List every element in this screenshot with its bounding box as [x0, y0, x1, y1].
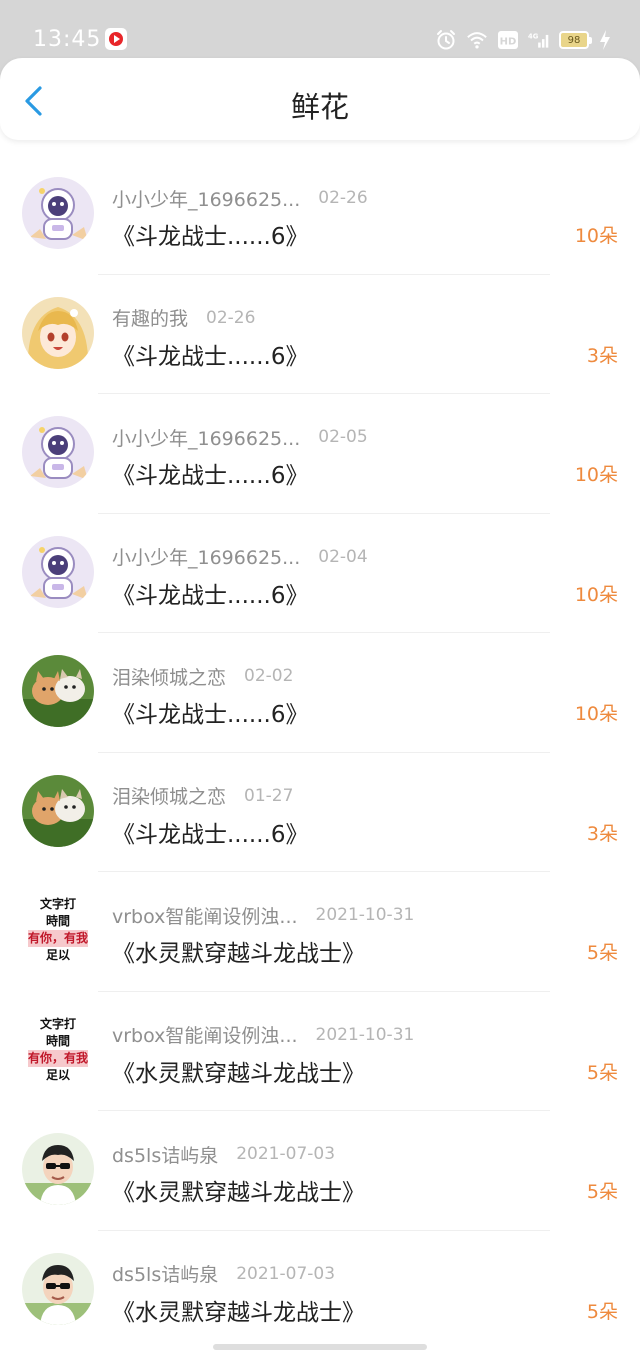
list-item[interactable]: 小小少年_1696625... 02-04 《斗龙战士......6》 10朵: [0, 514, 640, 633]
video-app-notification-icon: [105, 28, 127, 50]
anime-girl-avatar-image: [22, 296, 94, 369]
book-title[interactable]: 《斗龙战士......6》: [112, 337, 309, 371]
status-icons: HD 4G 98: [435, 27, 612, 53]
svg-text:HD: HD: [500, 37, 517, 48]
user-avatar[interactable]: [22, 296, 94, 369]
svg-text:4G: 4G: [528, 32, 539, 40]
battery-icon: 98: [559, 31, 592, 49]
list-item[interactable]: 文字打時間 有你，有我 足以 vrbox智能阐设例浊... 2021-10-31 《水…: [0, 992, 640, 1111]
avatar-text-line: 文字打: [39, 1016, 76, 1031]
wifi-icon: [467, 32, 487, 49]
top-nav-bar: 鲜花: [0, 58, 640, 140]
flower-count: 10朵: [574, 464, 618, 486]
user-name[interactable]: ds5ls诘屿泉: [112, 1141, 218, 1168]
list-item[interactable]: ds5ls诘屿泉 2021-07-03 《水灵默穿越斗龙战士》 5朵: [0, 1231, 640, 1351]
book-title[interactable]: 《斗龙战士......6》: [112, 576, 309, 610]
astronaut-avatar-image: [22, 535, 94, 608]
kittens-avatar-image: [22, 655, 94, 727]
list-item[interactable]: 有趣的我 02-26 《斗龙战士......6》 3朵: [0, 275, 640, 394]
user-name[interactable]: vrbox智能阐设例浊...: [112, 1021, 298, 1048]
flower-count: 3朵: [586, 344, 618, 367]
post-date: 02-02: [244, 666, 294, 686]
astronaut-avatar-image: [22, 177, 94, 249]
avatar-text-line: 有你，有我: [27, 1049, 88, 1067]
avatar-text-line: 時間: [45, 914, 70, 928]
post-date: 2021-07-03: [236, 1144, 336, 1164]
list-item[interactable]: 泪染倾城之恋 01-27 《斗龙战士......6》 3朵: [0, 753, 640, 872]
flower-list: 小小少年_1696625... 02-26 《斗龙战士......6》 10朵 有…: [0, 155, 640, 1350]
post-date: 01-27: [244, 785, 294, 806]
boy-sunglasses-avatar-image: [22, 1252, 94, 1325]
avatar-text-line: 有你，有我: [27, 930, 88, 947]
hd-icon: HD: [498, 31, 518, 49]
list-item[interactable]: 小小少年_1696625... 02-05 《斗龙战士......6》 10朵: [0, 394, 640, 514]
flower-count: 10朵: [574, 583, 618, 606]
avatar-text-line: 文字打: [39, 897, 76, 911]
book-title[interactable]: 《水灵默穿越斗龙战士》: [112, 1293, 365, 1327]
book-title[interactable]: 《斗龙战士......6》: [112, 456, 309, 490]
book-title[interactable]: 《水灵默穿越斗龙战士》: [112, 1173, 365, 1207]
status-time: 13:45: [33, 27, 102, 52]
user-name[interactable]: 小小少年_1696625...: [112, 424, 300, 451]
list-item[interactable]: 小小少年_1696625... 02-26 《斗龙战士......6》 10朵: [0, 155, 640, 275]
flower-count: 3朵: [586, 822, 618, 845]
list-item[interactable]: ds5ls诘屿泉 2021-07-03 《水灵默穿越斗龙战士》 5朵: [0, 1111, 640, 1231]
flower-count: 10朵: [574, 703, 618, 725]
user-avatar[interactable]: 文字打時間 有你，有我 足以: [22, 1013, 94, 1086]
list-item[interactable]: 文字打時間有你，有我 足以 vrbox智能阐设例浊... 2021-10-31 《水…: [0, 872, 640, 992]
home-indicator[interactable]: [213, 1344, 427, 1350]
book-title[interactable]: 《水灵默穿越斗龙战士》: [112, 1054, 365, 1088]
user-avatar[interactable]: [22, 774, 94, 847]
avatar-text-line: 時間: [45, 1033, 70, 1048]
user-name[interactable]: ds5ls诘屿泉: [112, 1260, 218, 1287]
user-avatar[interactable]: 文字打時間有你，有我 足以: [22, 894, 94, 966]
user-avatar[interactable]: [22, 416, 94, 488]
avatar-text-line: 足以: [45, 1067, 70, 1082]
alarm-icon: [437, 30, 455, 50]
user-name[interactable]: 泪染倾城之恋: [112, 782, 226, 809]
user-avatar[interactable]: [22, 177, 94, 249]
post-date: 02-04: [318, 546, 368, 567]
user-name[interactable]: 泪染倾城之恋: [112, 663, 226, 690]
user-name[interactable]: 小小少年_1696625...: [112, 185, 300, 212]
charging-bolt-icon: [600, 30, 610, 50]
user-name[interactable]: vrbox智能阐设例浊...: [112, 902, 298, 929]
astronaut-avatar-image: [22, 416, 94, 488]
user-name[interactable]: 有趣的我: [112, 304, 188, 331]
post-date: 02-26: [318, 188, 368, 208]
battery-level: 98: [567, 34, 581, 46]
user-avatar[interactable]: [22, 1252, 94, 1325]
flower-count: 5朵: [586, 1181, 618, 1203]
post-date: 02-05: [318, 427, 368, 447]
flower-count: 5朵: [586, 1300, 618, 1323]
book-title[interactable]: 《水灵默穿越斗龙战士》: [112, 934, 365, 968]
post-date: 02-26: [206, 307, 256, 328]
flower-count: 5朵: [586, 1061, 618, 1084]
post-date: 2021-07-03: [236, 1263, 336, 1284]
flower-count: 5朵: [586, 942, 618, 964]
page-title: 鲜花: [290, 90, 349, 124]
book-title[interactable]: 《斗龙战士......6》: [112, 695, 309, 729]
user-avatar[interactable]: [22, 655, 94, 727]
user-avatar[interactable]: [22, 1133, 94, 1205]
book-title[interactable]: 《斗龙战士......6》: [112, 815, 309, 849]
signal-icon: 4G: [528, 32, 549, 48]
kittens-avatar-image: [22, 774, 94, 847]
post-date: 2021-10-31: [315, 1024, 415, 1045]
user-avatar[interactable]: [22, 535, 94, 608]
flower-count: 10朵: [574, 225, 618, 247]
boy-sunglasses-avatar-image: [22, 1133, 94, 1205]
list-item[interactable]: 泪染倾城之恋 02-02 《斗龙战士......6》 10朵: [0, 633, 640, 753]
post-date: 2021-10-31: [315, 905, 415, 925]
avatar-text-line: 足以: [45, 948, 70, 962]
book-title[interactable]: 《斗龙战士......6》: [112, 217, 309, 251]
user-name[interactable]: 小小少年_1696625...: [112, 543, 300, 570]
